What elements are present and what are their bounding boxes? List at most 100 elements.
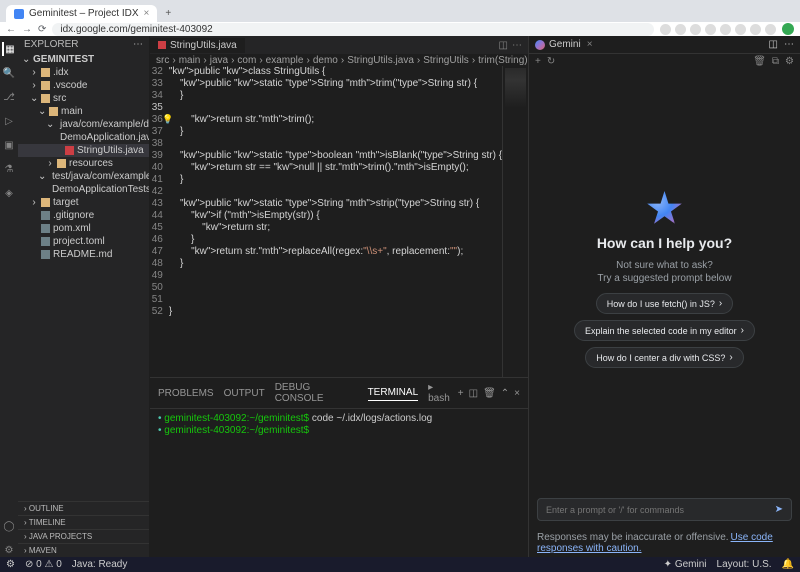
tree-item[interactable]: pom.xml [18,222,149,235]
send-icon[interactable]: ➤ [775,504,783,515]
explorer-icon[interactable]: ▦ [2,42,16,56]
status-bar: ⚙ ⊘ 0 ⚠ 0 Java: Ready ✦ Gemini Layout: U… [0,557,800,572]
profile-icon[interactable] [782,23,794,35]
lightbulb-icon[interactable]: 💡 [162,114,173,125]
gemini-prompt-field[interactable] [546,505,775,515]
forward-icon[interactable]: → [22,24,32,35]
gemini-panel: Gemini × ◫ ⋯ + ↻ 🗑 ⧉ ⚙ How can I help yo… [528,36,800,557]
sidebar-section[interactable]: › MAVEN [18,543,149,557]
gemini-spark-icon [647,191,683,227]
ext-icon[interactable] [690,24,701,35]
browser-tab-title: Geminitest – Project IDX [29,8,138,19]
tree-item[interactable]: README.md [18,248,149,261]
ext-icon[interactable] [675,24,686,35]
split-editor-icon[interactable]: ◫ [499,40,508,51]
test-icon[interactable]: ⚗ [2,162,16,176]
url-field[interactable]: idx.google.com/geminitest-403092 [52,23,654,36]
remote-icon[interactable]: ⚙ [6,559,15,570]
gemini-toolbar: + ↻ 🗑 ⧉ ⚙ [529,54,800,69]
suggestion-chip[interactable]: How do I center a div with CSS? › [585,347,743,368]
new-chat-icon[interactable]: + [535,56,541,67]
source-control-icon[interactable]: ⎇ [2,90,16,104]
new-terminal-icon[interactable]: + [458,388,464,399]
tree-item[interactable]: ⌄java/com/example/demo [18,118,149,131]
ext-icon[interactable] [735,24,746,35]
panel-tab[interactable]: PROBLEMS [158,386,214,401]
history-icon[interactable]: ↻ [547,56,555,67]
java-status[interactable]: Java: Ready [72,559,128,570]
ext-icon[interactable] [750,24,761,35]
terminal[interactable]: • geminitest-403092:~/geminitest$ code ~… [150,409,528,557]
tree-item[interactable]: ⌄main [18,105,149,118]
breadcrumb[interactable]: src›main›java›com›example›demo›StringUti… [150,54,528,66]
code-content[interactable]: "kw">public "kw">class StringUtils { "kw… [169,66,502,377]
debug-icon[interactable]: ▷ [2,114,16,128]
ext-icon[interactable] [765,24,776,35]
file-icon [41,250,50,259]
tree-item[interactable]: ⌄src [18,92,149,105]
back-icon[interactable]: ← [6,24,16,35]
java-file-icon [158,41,166,49]
panel-tab[interactable]: DEBUG CONSOLE [275,380,358,406]
tree-item[interactable]: ›.idx [18,66,149,79]
tree-item[interactable]: ›.vscode [18,79,149,92]
panel-tabs: PROBLEMS OUTPUT DEBUG CONSOLE TERMINAL ▸ ba… [150,378,528,409]
tree-item[interactable]: .gitignore [18,209,149,222]
gemini-tab[interactable]: Gemini [535,39,581,50]
tree-item[interactable]: StringUtils.java [18,144,149,157]
maximize-icon[interactable]: ⌃ [501,388,509,399]
close-panel-icon[interactable]: × [514,388,520,399]
close-gemini-tab-icon[interactable]: × [587,39,593,50]
status-layout[interactable]: Layout: U.S. [717,559,772,570]
editor-area: StringUtils.java ◫ ⋯ src›main›java›com›e… [150,36,528,557]
warnings-badge[interactable]: ⊘ 0 ⚠ 0 [25,559,62,570]
tree-item[interactable]: DemoApplicationTests.java [18,183,149,196]
idx-icon[interactable]: ◈ [2,186,16,200]
folder-icon [41,198,50,207]
status-gemini[interactable]: ✦ Gemini [664,559,707,570]
tree-item[interactable]: ›target [18,196,149,209]
ext-icon[interactable] [720,24,731,35]
account-icon[interactable]: ◯ [2,519,16,533]
gemini-header: Gemini × ◫ ⋯ [529,36,800,54]
more-icon[interactable]: ⋯ [784,39,794,50]
settings-icon[interactable]: ⚙ [785,56,794,67]
suggestion-chip[interactable]: How do I use fetch() in JS? › [596,293,733,314]
tree-item[interactable]: DemoApplication.java [18,131,149,144]
new-tab-button[interactable]: + [159,5,177,22]
open-external-icon[interactable]: ⧉ [772,56,779,67]
editor-tab[interactable]: StringUtils.java [150,38,246,53]
search-icon[interactable]: 🔍 [2,66,16,80]
minimap[interactable] [502,66,528,377]
ext-icon[interactable] [660,24,671,35]
panel-tab[interactable]: OUTPUT [224,386,265,401]
reload-icon[interactable]: ⟳ [38,24,46,35]
gemini-input-area: ➤ [529,490,800,529]
tree-item[interactable]: project.toml [18,235,149,248]
close-tab-icon[interactable]: × [143,8,149,19]
split-terminal-icon[interactable]: ◫ [469,388,478,399]
panel-tab[interactable]: TERMINAL [368,385,419,401]
extensions-icon[interactable]: ▣ [2,138,16,152]
more-icon[interactable]: ⋯ [512,40,522,51]
trash-icon[interactable]: 🗑 [483,388,496,399]
tree-item[interactable]: ›resources [18,157,149,170]
browser-tab[interactable]: Geminitest – Project IDX × [6,5,157,22]
more-icon[interactable]: ⋯ [133,39,143,50]
project-root[interactable]: ⌄GEMINITEST [18,53,149,66]
split-panel-icon[interactable]: ◫ [769,39,778,50]
sidebar-section[interactable]: › JAVA PROJECTS [18,529,149,543]
notifications-icon[interactable]: 🔔 [782,559,794,570]
sidebar-section[interactable]: › TIMELINE [18,515,149,529]
code-editor[interactable]: 3233343536373839404142434445464748495051… [150,66,528,377]
suggestion-chip[interactable]: Explain the selected code in my editor › [574,320,755,341]
ext-icon[interactable] [705,24,716,35]
chevron-right-icon: › [741,325,744,336]
terminal-shell-badge[interactable]: ▸ bash [428,382,453,404]
tree-item[interactable]: ⌄test/java/com/example/demo [18,170,149,183]
gemini-logo-icon [535,40,545,50]
settings-icon[interactable]: ⚙ [2,543,16,557]
gemini-input[interactable]: ➤ [537,498,792,521]
trash-icon[interactable]: 🗑 [753,56,766,67]
sidebar-section[interactable]: › OUTLINE [18,501,149,515]
